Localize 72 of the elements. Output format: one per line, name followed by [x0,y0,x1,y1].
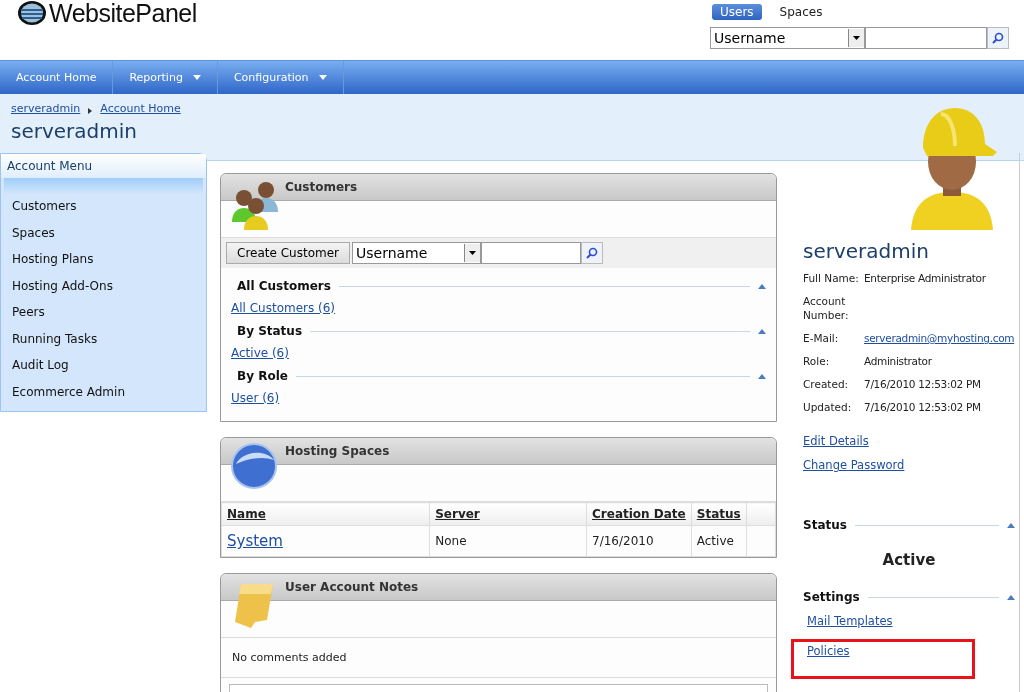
account-menu-item[interactable]: Customers [1,194,206,221]
profile-name: serveradmin [803,239,930,263]
search-tab[interactable]: Spaces [771,4,831,20]
panel-title: Customers [285,180,358,194]
customer-filter-link[interactable]: Active (6) [231,346,766,360]
column-header[interactable]: Server [429,502,587,526]
field-value: Enterprise Administrator [864,271,987,285]
settings-link[interactable]: Policies [807,644,850,658]
search-button[interactable] [987,27,1009,49]
note-icon [233,582,275,628]
field-label: Updated: [803,400,853,414]
collapse-icon[interactable] [758,373,766,379]
caret-icon [853,36,860,40]
panel-title: User Account Notes [285,580,419,594]
search-tab[interactable]: Users [712,4,762,20]
collapse-icon[interactable] [1007,522,1015,528]
settings-link[interactable]: Mail Templates [807,614,893,628]
collapse-icon[interactable] [758,283,766,289]
search-icon [586,247,598,259]
breadcrumb-link[interactable]: serveradmin [11,102,81,115]
page-title: serveradmin [11,119,138,143]
email-link[interactable]: serveradmin@myhosting.com [864,331,1015,345]
group-heading: By Status [237,324,303,338]
account-menu-item[interactable]: Running Tasks [1,326,206,353]
table-cell: Active [696,534,734,548]
account-menu-item[interactable]: Ecommerce Admin [1,379,206,406]
search-field[interactable] [865,27,987,49]
account-status: Active [881,551,937,569]
search-type-dropdown[interactable]: Username [352,242,481,264]
account-menu-item[interactable]: Hosting Add-Ons [1,273,206,300]
panel-title: Hosting Spaces [285,444,390,458]
account-menu-item[interactable]: Audit Log [1,353,206,380]
field-label: Full Name: [803,271,860,285]
field-value: Administrator [864,354,933,368]
search-type-dropdown[interactable]: Username [710,27,865,49]
table-cell: None [435,534,467,548]
account-menu-item[interactable]: Spaces [1,220,206,247]
profile-action-link[interactable]: Change Password [803,458,1015,472]
account-menu-title: Account Menu [1,154,206,178]
globe-icon [230,442,278,490]
account-menu-item[interactable]: Peers [1,300,206,327]
collapse-icon[interactable] [758,328,766,334]
breadcrumb-arrow-icon [88,107,93,114]
logo-icon [17,0,47,26]
section-heading: Settings [803,590,860,604]
field-label: E-Mail: [803,331,840,345]
section-heading: Status [803,518,847,532]
create-customer-button[interactable]: Create Customer [226,242,350,264]
search-icon [992,32,1004,44]
group-heading: All Customers [237,279,331,293]
notes-message: No comments added [221,638,776,678]
customer-filter-link[interactable]: User (6) [231,391,766,405]
field-label: Created: [803,377,850,391]
breadcrumb-link[interactable]: Account Home [100,102,181,115]
customer-filter-link[interactable]: All Customers (6) [231,301,766,315]
search-button[interactable] [581,242,603,264]
column-header[interactable]: Name [221,502,430,526]
field-label: Account Number: [803,294,850,322]
field-value: 7/16/2010 12:53:02 PM [864,400,982,414]
caret-icon [469,251,476,255]
field-value: 7/16/2010 12:53:02 PM [864,377,982,391]
logo-text: WebsitePanel [49,0,197,28]
customer-search-field[interactable] [481,242,581,264]
field-label: Role: [803,354,831,368]
profile-action-link[interactable]: Edit Details [803,434,1015,448]
space-name-link[interactable]: System [227,532,283,550]
collapse-icon[interactable] [1007,594,1015,600]
account-menu-item[interactable]: Hosting Plans [1,247,206,274]
table-cell: 7/16/2010 [592,534,654,548]
column-header[interactable]: Creation Date [586,502,692,526]
column-header[interactable]: Status [691,502,747,526]
group-heading: By Role [237,369,288,383]
